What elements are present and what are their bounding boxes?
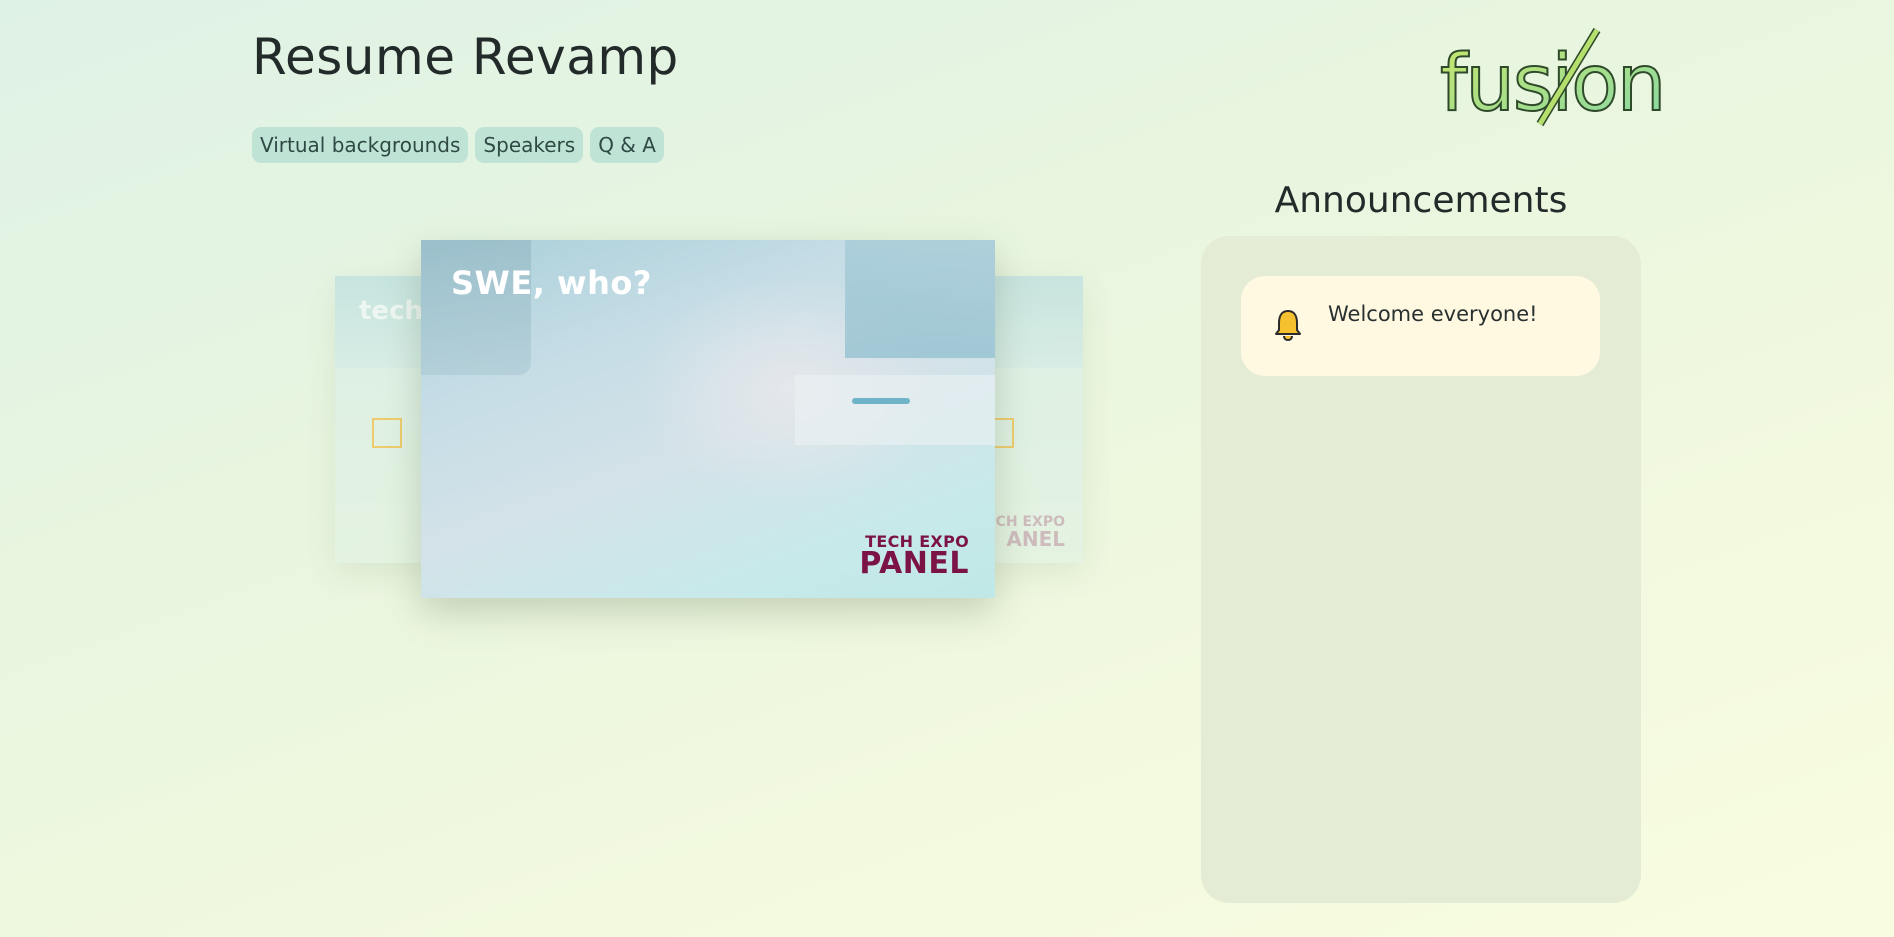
tech-expo-panel-logo: TECH EXPO PANEL <box>859 532 969 581</box>
announcements-title: Announcements <box>1274 180 1568 221</box>
page-title: Resume Revamp <box>252 28 679 86</box>
slide-title: SWE, who? <box>451 264 652 302</box>
tab-speakers[interactable]: Speakers <box>475 127 584 163</box>
tab-bar: Virtual backgrounds Speakers Q & A <box>252 127 664 163</box>
background-carousel: tech CH EXPO ANEL SWE, who? TECH EXPO PA… <box>330 238 1090 618</box>
announcement-text: Welcome everyone! <box>1328 302 1538 326</box>
slide-next-logo: CH EXPO ANEL <box>995 514 1065 551</box>
slide-previous-title: tech <box>359 296 423 326</box>
logo-text: fusion <box>1440 39 1664 129</box>
bell-icon <box>1275 310 1301 342</box>
tab-q-and-a[interactable]: Q & A <box>590 127 664 163</box>
square-icon <box>372 418 402 448</box>
announcement-card: Welcome everyone! <box>1241 276 1600 376</box>
fusion-logo: fusion <box>1439 27 1667 130</box>
tab-virtual-backgrounds[interactable]: Virtual backgrounds <box>252 127 469 163</box>
slide-next[interactable]: CH EXPO ANEL <box>980 276 1083 563</box>
slide-current[interactable]: SWE, who? TECH EXPO PANEL <box>421 240 995 598</box>
announcements-panel: Welcome everyone! <box>1201 236 1641 903</box>
